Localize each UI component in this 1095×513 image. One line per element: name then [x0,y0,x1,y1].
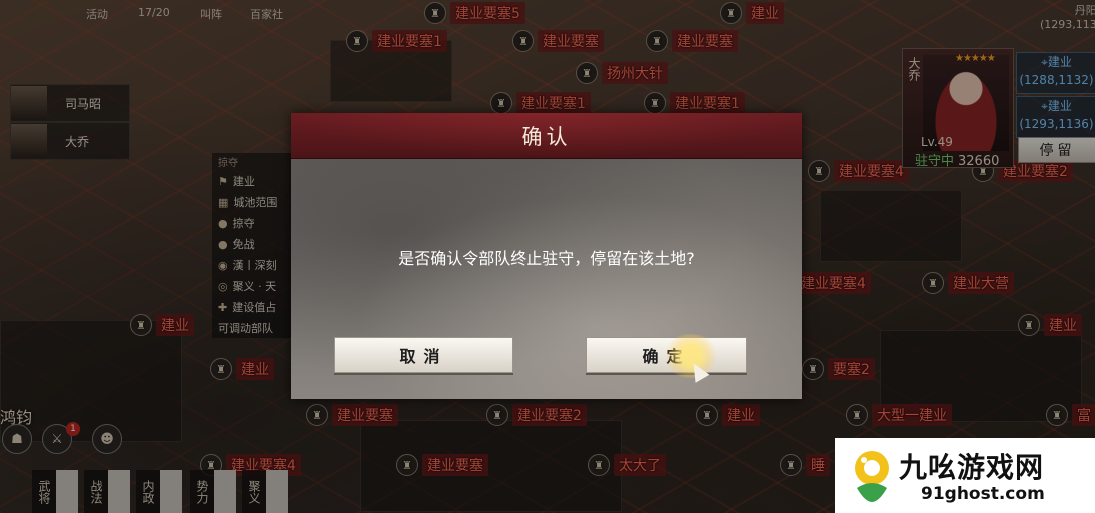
flower-logo-icon [855,451,889,502]
dialog-title: 确认 [521,124,572,149]
dialog-title-bar: 确认 [291,113,802,159]
cancel-button[interactable]: 取消 [334,337,513,373]
watermark-url: 91ghost.com [921,484,1045,504]
site-watermark: 九吆游戏网 91ghost.com [835,438,1095,513]
dialog-message: 是否确认令部队终止驻守，停留在该土地? [398,249,695,268]
watermark-title: 九吆游戏网 [899,451,1045,484]
